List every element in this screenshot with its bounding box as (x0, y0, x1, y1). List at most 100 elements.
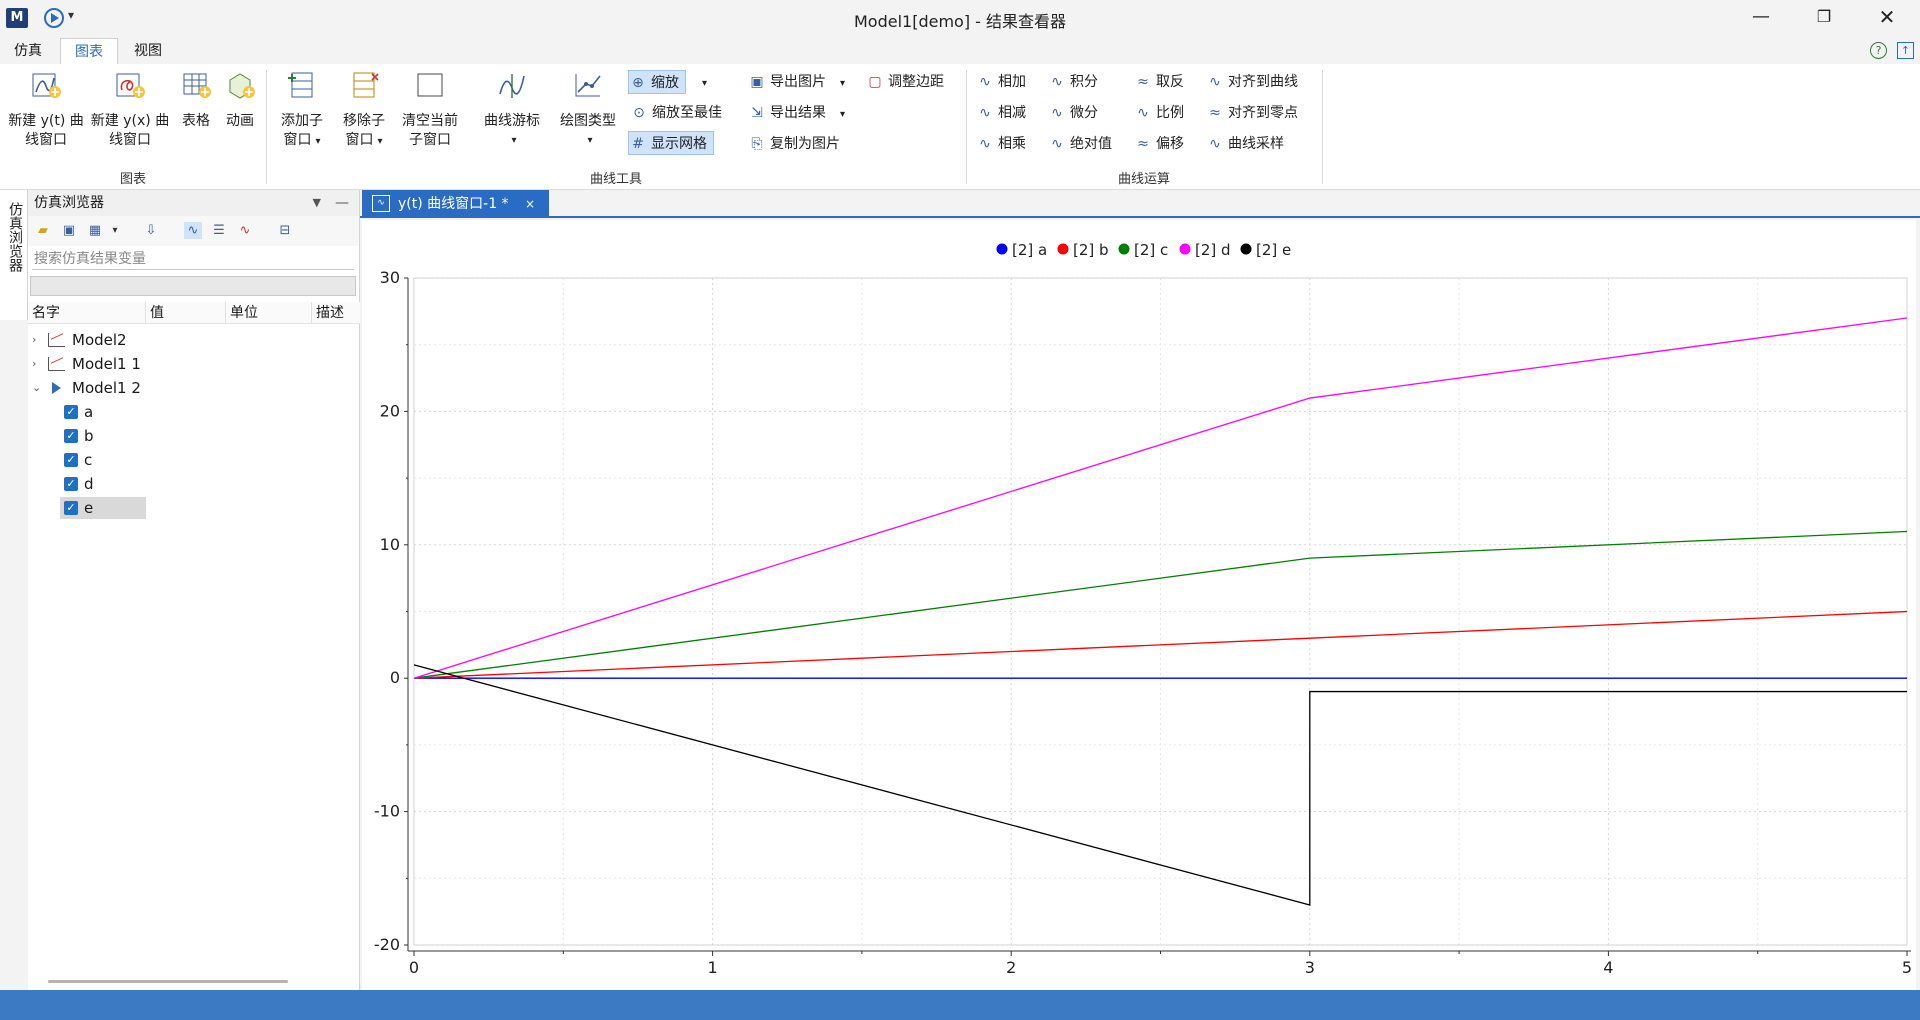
help-icon[interactable]: ? (1870, 42, 1887, 59)
import-icon[interactable]: ⇩ (142, 222, 160, 239)
curve-mode-icon[interactable]: ∿ (184, 222, 202, 239)
search-variable-input[interactable] (32, 248, 354, 270)
new-yt-chart-icon (32, 73, 61, 98)
curve-resample-button[interactable]: ∿ 曲线采样 (1206, 132, 1284, 156)
group-label-chart: 图表 (119, 172, 146, 187)
tree-item-model1-1[interactable]: › Model1 1 (28, 352, 360, 376)
quick-access-dropdown-icon[interactable]: ▾ (68, 8, 74, 22)
table-view-dropdown-icon[interactable]: ▾ (106, 222, 124, 239)
table-view-icon[interactable]: ▦ (86, 222, 104, 239)
checkbox-icon[interactable]: ✓ (64, 405, 78, 419)
new-yt-window-button[interactable]: 新建 y(t) 曲 线窗口 (4, 70, 88, 150)
minimize-icon[interactable]: — (1732, 0, 1790, 36)
show-grid-button[interactable]: # 显示网格 (628, 131, 714, 155)
restore-icon[interactable]: ❐ (1795, 0, 1853, 36)
variable-row-c[interactable]: ✓ c (28, 448, 360, 472)
open-folder-icon[interactable]: ▰ (34, 222, 52, 239)
close-icon[interactable]: ✕ (1858, 0, 1916, 36)
tree-item-model1-2[interactable]: ⌄ Model1 2 (28, 376, 360, 400)
horizontal-scrollbar[interactable] (48, 980, 288, 983)
export-result-button[interactable]: ⇲ 导出结果 ▾ (748, 101, 845, 125)
table-button[interactable]: 表格 (176, 70, 216, 131)
margin-icon: ▢ (868, 74, 882, 90)
clear-subwindow-button[interactable]: 清空当前 子窗口 (398, 70, 462, 150)
collapse-all-icon[interactable]: ⊟ (276, 222, 294, 239)
run-icon[interactable] (44, 8, 64, 28)
copy-image-button[interactable]: ⎘ 复制为图片 (748, 132, 840, 156)
checkbox-icon[interactable]: ✓ (64, 429, 78, 443)
y-tick-label: -10 (374, 802, 400, 821)
expand-icon[interactable]: › (32, 352, 36, 376)
subtract-curves-button[interactable]: ∿ 相减 (976, 101, 1026, 125)
browser-toolbar: ▰ ▣ ▦ ▾ ⇩ ∿ ☰ ∿ ⊟ (28, 216, 359, 246)
curve-cursor-dropdown-icon[interactable]: ▾ (482, 131, 546, 150)
align-curve-icon: ∿ (1209, 74, 1221, 90)
abs-button[interactable]: ∿ 绝对值 (1048, 132, 1112, 156)
checkbox-icon[interactable]: ✓ (64, 477, 78, 491)
add-subwindow-button[interactable]: 添加子 窗口 ▾ (272, 70, 332, 151)
variable-row-b[interactable]: ✓ b (28, 424, 360, 448)
align-to-zero-button[interactable]: ≈ 对齐到零点 (1206, 101, 1298, 125)
tab-view[interactable]: 视图 (120, 38, 176, 64)
tree-item-model2[interactable]: › Model2 (28, 328, 360, 352)
zoom-fit-button[interactable]: ⊙ 缩放至最佳 (630, 101, 722, 125)
x-tick-label: 0 (409, 958, 419, 977)
variable-row-e[interactable]: ✓ e (28, 496, 360, 520)
remove-subwindow-icon (353, 72, 379, 98)
filter-bar[interactable] (30, 276, 356, 296)
ratio-button[interactable]: ∿ 比例 (1134, 101, 1184, 125)
column-value[interactable]: 值 (146, 302, 226, 324)
negate-button[interactable]: ≈ 取反 (1134, 70, 1184, 94)
column-description[interactable]: 描述 (312, 302, 360, 324)
side-tab-simulation-browser[interactable]: 仿真浏览器 (0, 190, 28, 320)
curve-cursor-button[interactable]: 曲线游标 ▾ (478, 70, 546, 150)
pin-icon[interactable]: ↑ (1897, 42, 1914, 59)
x-tick-label: 1 (708, 958, 718, 977)
zoom-dropdown-icon[interactable]: ▾ (698, 70, 707, 94)
legend-label-1: [2] b (1073, 241, 1109, 259)
variable-row-d[interactable]: ✓ d (28, 472, 360, 496)
checkbox-icon[interactable]: ✓ (64, 453, 78, 467)
tab-yt-curve-window[interactable]: ∿ y(t) 曲线窗口-1 * × (362, 190, 550, 218)
animation-button[interactable]: 动画 (220, 70, 260, 131)
remove-subwindow-button[interactable]: 移除子 窗口 ▾ (334, 70, 394, 151)
plot-type-dropdown-icon[interactable]: ▾ (558, 131, 622, 150)
simulation-browser-panel: 仿真浏览器 ▼ — ▰ ▣ ▦ ▾ ⇩ ∿ ☰ ∿ ⊟ 名字 值 单位 描述 ›… (28, 190, 360, 990)
multiply-curves-button[interactable]: ∿ 相乘 (976, 132, 1026, 156)
zoom-icon: ⊕ (632, 75, 644, 91)
new-yx-window-button[interactable]: 新建 y(x) 曲 线窗口 (88, 70, 172, 150)
save-icon[interactable]: ▣ (60, 222, 78, 239)
checkbox-icon[interactable]: ✓ (64, 501, 78, 515)
tree-item-label: Model1 1 (72, 355, 141, 373)
add-curves-icon: ∿ (979, 74, 991, 90)
align-to-curve-button[interactable]: ∿ 对齐到曲线 (1206, 70, 1298, 94)
list-mode-icon[interactable]: ☰ (210, 222, 228, 239)
result-tree: › Model2 › Model1 1 ⌄ Model1 2 ✓ a ✓ b ✓… (28, 328, 360, 520)
expand-icon[interactable]: › (32, 328, 36, 352)
add-curves-button[interactable]: ∿ 相加 (976, 70, 1026, 94)
offset-button[interactable]: ≈ 偏移 (1134, 132, 1184, 156)
plot-area[interactable]: [2] a [2] b [2] c [2] d [2] e 30 20 10 0 -10 -20 0… (362, 220, 1916, 990)
chart-result-icon (48, 333, 65, 347)
adjust-margin-button[interactable]: ▢ 调整边距 (866, 70, 944, 94)
collapse-icon[interactable]: ⌄ (32, 376, 41, 400)
plot-type-button[interactable]: 绘图类型 ▾ (554, 70, 622, 150)
legend-marker-1 (1057, 243, 1069, 255)
zoom-button[interactable]: ⊕ 缩放 (628, 70, 686, 94)
tab-chart[interactable]: 图表 (60, 38, 118, 64)
tab-simulation[interactable]: 仿真 (0, 38, 56, 64)
derivative-button[interactable]: ∿ 微分 (1048, 101, 1098, 125)
column-unit[interactable]: 单位 (226, 302, 312, 324)
curve-color-icon[interactable]: ∿ (236, 222, 254, 239)
derivative-icon: ∿ (1051, 105, 1063, 121)
panel-menu-icon[interactable]: ▼ (313, 190, 321, 216)
variable-row-a[interactable]: ✓ a (28, 400, 360, 424)
export-image-button[interactable]: ▣ 导出图片 ▾ (748, 70, 845, 94)
integral-button[interactable]: ∿ 积分 (1048, 70, 1098, 94)
status-bar (0, 990, 1920, 1020)
close-tab-icon[interactable]: × (525, 197, 535, 211)
column-name[interactable]: 名字 (28, 302, 146, 324)
panel-minimize-icon[interactable]: — (335, 190, 349, 216)
line-chart[interactable]: [2] a [2] b [2] c [2] d [2] e 30 20 10 0 -10 -20 0… (362, 220, 1916, 990)
chart-grid (413, 277, 1908, 946)
